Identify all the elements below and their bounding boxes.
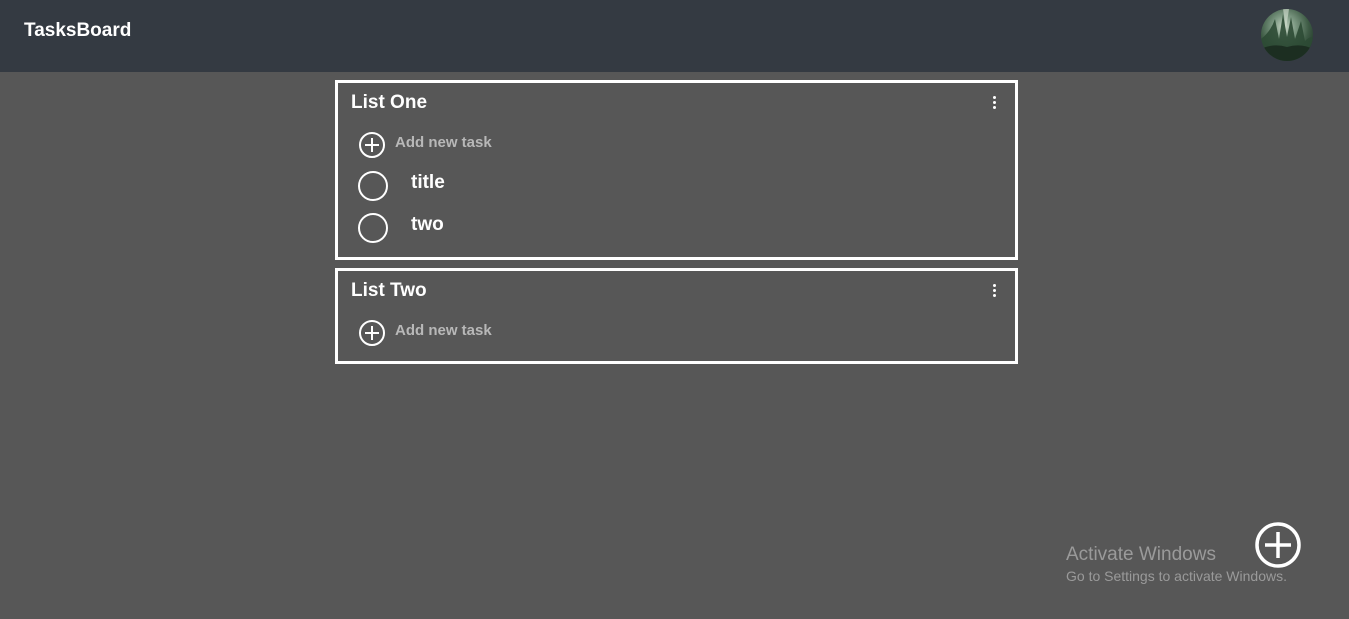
top-app-bar: TasksBoard	[0, 0, 1349, 72]
circle-outline-icon[interactable]	[358, 171, 388, 201]
circle-outline-icon[interactable]	[358, 213, 388, 243]
app-title[interactable]: TasksBoard	[24, 20, 131, 42]
task-list-card: List Two Add new task	[335, 268, 1018, 364]
user-avatar[interactable]	[1261, 9, 1313, 61]
watermark-subtitle: Go to Settings to activate Windows.	[1066, 568, 1287, 584]
add-task-label: Add new task	[395, 133, 492, 151]
plus-circle-icon	[1255, 522, 1301, 568]
task-list-card: List One Add new task title two	[335, 80, 1018, 260]
add-task-label: Add new task	[395, 321, 492, 339]
more-vertical-icon[interactable]	[991, 284, 997, 300]
task-title[interactable]: title	[411, 172, 445, 194]
task-item: two	[358, 213, 444, 243]
add-list-button[interactable]	[1254, 521, 1302, 569]
plus-circle-icon	[359, 132, 385, 158]
list-title: List One	[351, 92, 428, 113]
more-vertical-icon[interactable]	[991, 96, 997, 112]
add-task-button[interactable]: Add new task	[358, 319, 492, 347]
avatar-image-icon	[1261, 9, 1313, 61]
task-item: title	[358, 171, 445, 201]
add-task-button[interactable]: Add new task	[358, 131, 492, 159]
list-title: List Two	[351, 280, 427, 301]
task-title[interactable]: two	[411, 214, 444, 236]
plus-circle-icon	[359, 320, 385, 346]
